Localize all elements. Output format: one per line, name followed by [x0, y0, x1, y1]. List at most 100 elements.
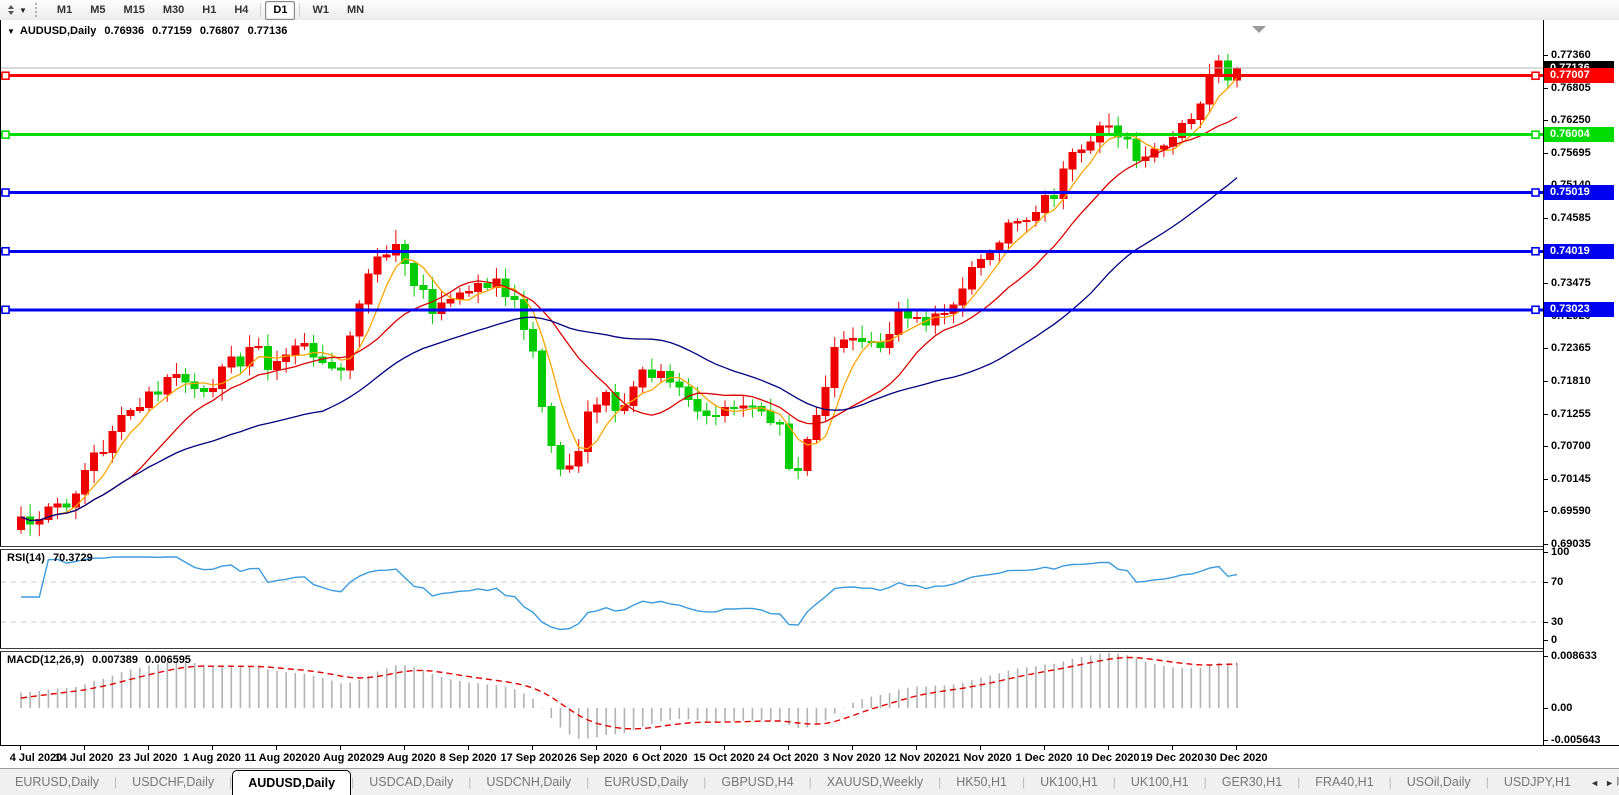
- level-line-0.73023[interactable]: [1, 308, 1544, 311]
- rsi-tick-mark: [1544, 582, 1548, 583]
- price-tick-mark: [1544, 544, 1548, 545]
- level-handle-right[interactable]: [1532, 306, 1539, 313]
- tab-eurusd-daily[interactable]: EURUSD,Daily: [0, 769, 114, 795]
- macd-histogram-bar: [139, 668, 141, 708]
- macd-histogram-bar: [1154, 664, 1156, 708]
- tab-usoil-daily[interactable]: USOil,Daily: [1392, 769, 1486, 795]
- level-handle-left[interactable]: [2, 248, 9, 255]
- tool-dropdown-caret-icon[interactable]: ▼: [19, 6, 27, 15]
- timeframe-button-m15[interactable]: M15: [115, 1, 152, 20]
- tab-xauusd-weekly[interactable]: XAUUSD,Weekly: [812, 769, 938, 795]
- tab-usdjpy-h1[interactable]: USDJPY,H1: [1489, 769, 1586, 795]
- timeframe-button-h1[interactable]: H1: [194, 1, 224, 20]
- macd-histogram-bar: [185, 662, 187, 708]
- candle-body: [155, 392, 162, 394]
- date-axis[interactable]: 4 Jul 202014 Jul 202023 Jul 20201 Aug 20…: [0, 745, 1619, 768]
- macd-histogram-bar: [20, 692, 22, 708]
- macd-histogram-bar: [505, 687, 507, 708]
- candlestick-chart: [1, 20, 1544, 546]
- macd-histogram-bar: [1099, 654, 1101, 708]
- macd-histogram-bar: [413, 667, 415, 708]
- macd-panel[interactable]: MACD(12,26,9) 0.007389 0.006595: [0, 652, 1543, 745]
- timeframe-button-h4[interactable]: H4: [226, 1, 256, 20]
- macd-histogram-bar: [578, 708, 580, 739]
- macd-histogram-bar: [1227, 663, 1229, 708]
- candle-body: [173, 375, 180, 378]
- rsi-axis-label: 0: [1551, 634, 1557, 646]
- macd-histogram-bar: [870, 697, 872, 708]
- candle-body: [1069, 153, 1076, 169]
- level-handle-left[interactable]: [2, 306, 9, 313]
- timeframe-button-w1[interactable]: W1: [304, 1, 337, 20]
- candle-body: [1023, 221, 1030, 222]
- candle-body: [109, 431, 116, 452]
- chart-scroll-tool-icon[interactable]: [3, 2, 19, 18]
- level-line-0.74019[interactable]: [1, 250, 1544, 253]
- price-tick-mark: [1544, 414, 1548, 415]
- tab-gbpusd-h4[interactable]: GBPUSD,H4: [706, 769, 808, 795]
- date-tick-label: 29 Aug 2020: [368, 752, 440, 764]
- ohlc-high: 0.77159: [152, 25, 192, 37]
- macd-name: MACD(12,26,9): [7, 654, 84, 666]
- level-handle-right[interactable]: [1532, 72, 1539, 79]
- tab-ger30-h1[interactable]: GER30,H1: [1207, 769, 1297, 795]
- macd-histogram-bar: [834, 708, 836, 714]
- level-line-0.77007[interactable]: [1, 74, 1544, 77]
- tab-uk100-h1[interactable]: UK100,H1: [1025, 769, 1113, 795]
- price-tick-mark: [1544, 511, 1548, 512]
- date-tick-mark: [532, 746, 533, 750]
- candle-body: [1078, 150, 1085, 153]
- tab-scroll-left-icon[interactable]: ◄: [1590, 778, 1599, 788]
- candle-body: [968, 268, 975, 289]
- tab-uk100-h1[interactable]: UK100,H1: [1116, 769, 1204, 795]
- macd-histogram-bar: [496, 685, 498, 708]
- date-tick-label: 12 Nov 2020: [880, 752, 952, 764]
- level-handle-left[interactable]: [2, 131, 9, 138]
- tab-audusd-daily[interactable]: AUDUSD,Daily: [232, 770, 351, 795]
- macd-tick-mark: [1544, 740, 1548, 741]
- macd-histogram-bar: [752, 708, 754, 720]
- timeframe-button-mn[interactable]: MN: [339, 1, 372, 20]
- timeframe-button-m1[interactable]: M1: [49, 1, 80, 20]
- timeframe-button-m30[interactable]: M30: [155, 1, 192, 20]
- date-tick-mark: [1236, 746, 1237, 750]
- candle-body: [511, 296, 518, 299]
- tab-usdcad-daily[interactable]: USDCAD,Daily: [354, 769, 468, 795]
- price-axis[interactable]: 0.773600.768050.762500.756950.751400.745…: [1543, 20, 1619, 745]
- date-tick-label: 8 Sep 2020: [432, 752, 504, 764]
- symbol-marker-icon[interactable]: ▼: [7, 27, 15, 36]
- date-tick-label: 15 Oct 2020: [688, 752, 760, 764]
- candle-body: [392, 245, 399, 255]
- tab-hk50-h1[interactable]: HK50,H1: [941, 769, 1022, 795]
- level-line-0.75019[interactable]: [1, 191, 1544, 194]
- date-tick-mark: [468, 746, 469, 750]
- price-tick-mark: [1544, 88, 1548, 89]
- tab-fra40-h1[interactable]: FRA40,H1: [1300, 769, 1388, 795]
- candle-body: [210, 388, 217, 391]
- price-tick-label: 0.70145: [1551, 473, 1591, 485]
- level-handle-right[interactable]: [1532, 189, 1539, 196]
- timeframe-button-m5[interactable]: M5: [82, 1, 113, 20]
- candle-body: [658, 371, 665, 377]
- level-handle-left[interactable]: [2, 72, 9, 79]
- tab-usdcnh-daily[interactable]: USDCNH,Daily: [471, 769, 586, 795]
- moving-average-34: [21, 178, 1237, 521]
- level-handle-right[interactable]: [1532, 131, 1539, 138]
- level-line-0.76004[interactable]: [1, 133, 1544, 136]
- macd-histogram-bar: [66, 688, 68, 708]
- date-tick-mark: [212, 746, 213, 750]
- tab-eurusd-daily[interactable]: EURUSD,Daily: [589, 769, 703, 795]
- macd-histogram-bar: [102, 679, 104, 708]
- tab-usdchf-daily[interactable]: USDCHF,Daily: [117, 769, 229, 795]
- level-handle-left[interactable]: [2, 189, 9, 196]
- price-tick-mark: [1544, 381, 1548, 382]
- main-chart-plot[interactable]: ▼ AUDUSD,Daily 0.76936 0.77159 0.76807 0…: [0, 20, 1543, 546]
- toolbar-grip[interactable]: [35, 3, 42, 17]
- rsi-panel[interactable]: RSI(14) 70.3729: [0, 550, 1543, 648]
- candle-body: [338, 368, 345, 370]
- macd-histogram-bar: [249, 667, 251, 708]
- tab-scroll-right-icon[interactable]: ►: [1605, 778, 1614, 788]
- timeframe-button-d1[interactable]: D1: [265, 1, 295, 20]
- level-handle-right[interactable]: [1532, 248, 1539, 255]
- chart-shift-marker-icon[interactable]: [1252, 26, 1266, 33]
